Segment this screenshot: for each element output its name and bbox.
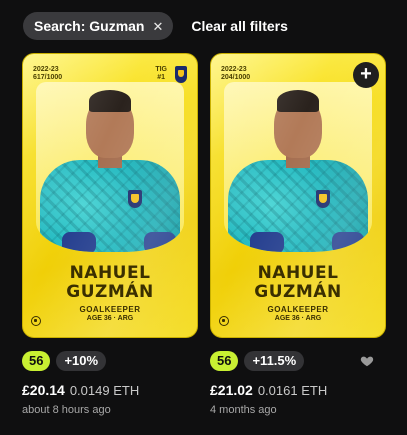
card-season: 2022-23 617/1000 bbox=[33, 66, 63, 81]
delta-badge: +11.5% bbox=[244, 351, 305, 371]
player-age-nationality: AGE 36 · ARG bbox=[86, 315, 134, 322]
listing-item: 2022-23 617/1000 TIG #1 NAHUEL GUZMÁN GOALK… bbox=[22, 53, 198, 416]
listing-time: 4 months ago bbox=[210, 404, 277, 416]
heart-icon[interactable] bbox=[360, 354, 374, 368]
search-filter-label: Search: Guzman bbox=[34, 18, 145, 34]
price-gbp: £20.14 bbox=[22, 382, 65, 398]
listing-time: about 8 hours ago bbox=[22, 404, 111, 416]
football-icon bbox=[219, 316, 229, 326]
search-filter-chip[interactable]: Search: Guzman ✕ bbox=[23, 12, 174, 40]
player-name: NAHUEL GUZMÁN bbox=[254, 263, 342, 302]
player-age-nationality: AGE 36 · ARG bbox=[274, 315, 322, 322]
price-row: £20.14 0.0149 ETH bbox=[22, 382, 198, 398]
card-season: 2022-23 204/1000 bbox=[221, 66, 251, 81]
football-icon bbox=[31, 316, 41, 326]
filter-bar: Search: Guzman ✕ Clear all filters bbox=[23, 12, 288, 40]
delta-badge: +10% bbox=[56, 351, 107, 371]
price-eth: 0.0149 ETH bbox=[69, 383, 140, 398]
card-stats: 56 +11.5% bbox=[210, 351, 386, 371]
player-position: GOALKEEPER bbox=[79, 305, 141, 314]
card-stats: 56 +10% bbox=[22, 351, 198, 371]
listing-item: 2022-23 204/1000 + NAHUEL GUZMÁN GOALKEEPE… bbox=[210, 53, 386, 416]
player-name: NAHUEL GUZMÁN bbox=[66, 263, 154, 302]
price-eth: 0.0161 ETH bbox=[257, 383, 328, 398]
add-button[interactable]: + bbox=[353, 62, 379, 88]
player-card[interactable]: 2022-23 204/1000 + NAHUEL GUZMÁN GOALKEEPE… bbox=[210, 53, 386, 338]
price-row: £21.02 0.0161 ETH bbox=[210, 382, 386, 398]
score-badge: 56 bbox=[22, 351, 51, 371]
price-gbp: £21.02 bbox=[210, 382, 253, 398]
team-crest-icon bbox=[175, 66, 187, 83]
close-icon[interactable]: ✕ bbox=[152, 20, 163, 33]
player-position: GOALKEEPER bbox=[267, 305, 329, 314]
score-badge: 56 bbox=[210, 351, 239, 371]
clear-all-filters-link[interactable]: Clear all filters bbox=[191, 18, 288, 34]
team-rank: TIG #1 bbox=[155, 66, 167, 81]
player-card[interactable]: 2022-23 617/1000 TIG #1 NAHUEL GUZMÁN GOALK… bbox=[22, 53, 198, 338]
